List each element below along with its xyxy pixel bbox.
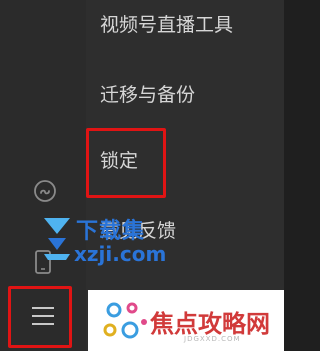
menu-item-live-tools[interactable]: 视频号直播工具	[100, 10, 233, 40]
download-watermark: 下载集 xzji.com	[40, 212, 166, 268]
site-watermark-name: 焦点攻略网	[150, 310, 270, 338]
site-watermark-sub: JDGXXD.COM	[184, 335, 241, 343]
mini-program-icon[interactable]	[33, 179, 57, 203]
left-sidebar	[0, 0, 86, 351]
download-watermark-url: xzji.com	[74, 242, 167, 266]
site-watermark: 焦点攻略网 JDGXXD.COM	[88, 290, 284, 351]
download-watermark-title: 下载集	[76, 219, 146, 244]
menu-item-lock[interactable]: 锁定	[100, 146, 138, 176]
menu-item-migrate-backup[interactable]: 迁移与备份	[100, 80, 195, 110]
site-logo-icon	[103, 302, 147, 339]
download-logo-icon	[44, 218, 70, 260]
menu-icon[interactable]	[30, 305, 56, 327]
